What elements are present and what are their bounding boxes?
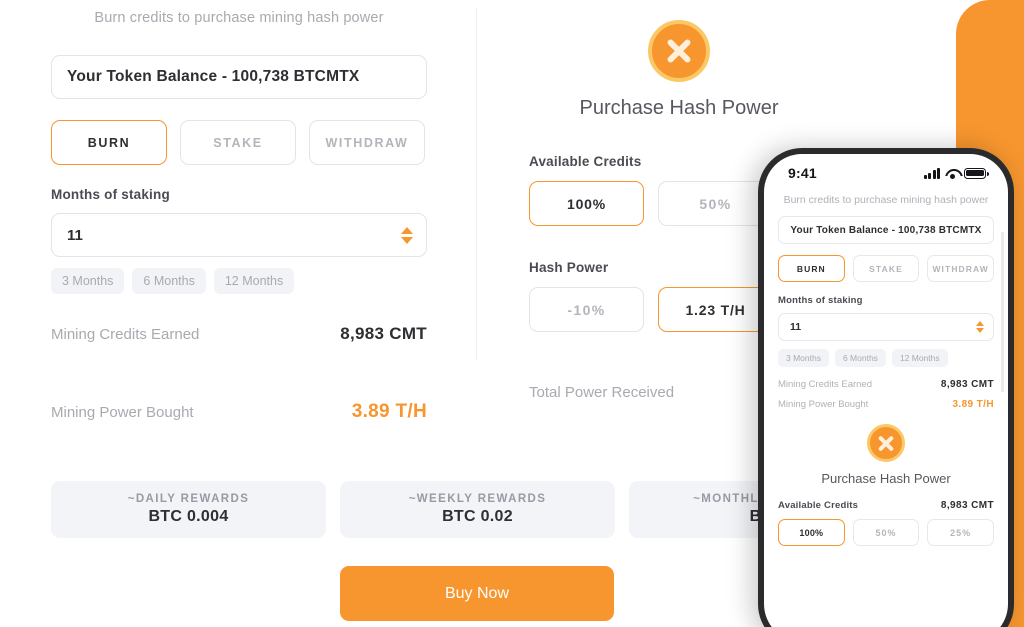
phone-months-stepper[interactable]: 11 — [778, 313, 994, 341]
app-screen: Burn credits to purchase mining hash pow… — [0, 0, 1024, 627]
phone-available-credits-value: 8,983 CMT — [940, 500, 994, 511]
wifi-icon — [945, 168, 959, 179]
phone-available-credits-label: Available Credits — [778, 500, 859, 511]
buy-now-label: Buy Now — [444, 584, 510, 602]
months-of-staking-label: Months of staking — [51, 187, 170, 202]
tab-stake-label: STAKE — [213, 135, 263, 150]
column-divider — [476, 8, 477, 360]
status-time: 9:41 — [788, 165, 817, 181]
phone-months-value: 11 — [790, 321, 802, 333]
mining-credits-label: Mining Credits Earned — [51, 326, 200, 343]
months-value: 11 — [67, 226, 83, 244]
phone-subtitle: Burn credits to purchase mining hash pow… — [783, 194, 989, 206]
mining-power-value: 3.89 T/H — [351, 401, 427, 422]
daily-rewards-card: ~DAILY REWARDS BTC 0.004 — [51, 481, 326, 538]
buy-now-button[interactable]: Buy Now — [340, 566, 614, 621]
phone-credits-option-50[interactable]: 50% — [852, 519, 920, 546]
purchase-hash-power-title: Purchase Hash Power — [579, 97, 779, 119]
phone-mining-power-value: 3.89 T/H — [952, 399, 994, 410]
tab-burn-label: BURN — [87, 135, 131, 150]
phone-chip-6-months[interactable]: 6 Months — [834, 349, 886, 367]
tab-withdraw[interactable]: WITHDRAW — [309, 120, 425, 165]
months-stepper[interactable]: 11 — [51, 213, 427, 257]
phone-token-balance-field[interactable]: Your Token Balance - 100,738 BTCMTX — [778, 216, 994, 244]
cellular-signal-icon — [923, 167, 940, 179]
chevron-up-icon[interactable] — [401, 226, 413, 234]
phone-month-preset-chips: 3 Months 6 Months 12 Months — [778, 349, 994, 367]
phone-tab-burn[interactable]: BURN — [778, 255, 845, 282]
phone-mining-credits-value: 8,983 CMT — [940, 379, 994, 390]
phone-tab-withdraw[interactable]: WITHDRAW — [927, 255, 995, 282]
mining-credits-value: 8,983 CMT — [340, 324, 427, 343]
phone-credits-option-100[interactable]: 100% — [778, 519, 845, 546]
status-icons — [923, 167, 989, 179]
phone-chevron-down-icon[interactable] — [976, 328, 984, 333]
phone-x-coin-icon — [867, 424, 905, 462]
phone-purchase-hash-power-title: Purchase Hash Power — [821, 471, 951, 486]
action-tabs: BURN STAKE WITHDRAW — [51, 120, 427, 165]
phone-tab-stake[interactable]: STAKE — [852, 255, 920, 282]
phone-chip-12-months[interactable]: 12 Months — [891, 349, 948, 367]
phone-months-of-staking-label: Months of staking — [778, 295, 863, 306]
token-balance-text: Your Token Balance - 100,738 BTCMTX — [67, 68, 360, 85]
tab-stake[interactable]: STAKE — [180, 120, 296, 165]
phone-status-bar: 9:41 — [778, 154, 994, 188]
phone-action-tabs: BURN STAKE WITHDRAW — [778, 255, 995, 282]
tab-withdraw-label: WITHDRAW — [325, 135, 409, 150]
weekly-rewards-label: ~WEEKLY REWARDS — [408, 493, 547, 505]
phone-mining-credits-label: Mining Credits Earned — [778, 379, 872, 390]
chip-6-months[interactable]: 6 Months — [132, 268, 206, 294]
phone-scrollbar[interactable] — [1001, 232, 1004, 392]
mining-power-row: Mining Power Bought 3.89 T/H — [51, 401, 427, 423]
weekly-rewards-value: BTC 0.02 — [442, 508, 513, 525]
phone-available-credits-row: Available Credits 8,983 CMT — [778, 500, 994, 511]
burn-panel: Burn credits to purchase mining hash pow… — [51, 0, 427, 423]
phone-credit-options: 100% 50% 25% — [778, 519, 995, 546]
tab-burn[interactable]: BURN — [51, 120, 167, 165]
phone-mining-power-row: Mining Power Bought 3.89 T/H — [778, 399, 994, 410]
daily-rewards-label: ~DAILY REWARDS — [127, 493, 250, 505]
phone-x-glyph — [877, 434, 896, 453]
stepper-arrows[interactable] — [401, 226, 413, 244]
credits-option-100[interactable]: 100% — [529, 181, 644, 226]
panel-subtitle: Burn credits to purchase mining hash pow… — [94, 10, 384, 26]
chevron-down-icon[interactable] — [401, 236, 413, 244]
battery-icon — [964, 167, 989, 179]
credits-option-50[interactable]: 50% — [658, 181, 773, 226]
hash-option-1-23[interactable]: 1.23 T/H — [658, 287, 773, 332]
daily-rewards-value: BTC 0.004 — [148, 508, 229, 525]
phone-token-balance-text: Your Token Balance - 100,738 BTCMTX — [790, 224, 982, 236]
phone-credits-option-25[interactable]: 25% — [927, 519, 995, 546]
month-preset-chips: 3 Months 6 Months 12 Months — [51, 268, 427, 294]
phone-mining-credits-row: Mining Credits Earned 8,983 CMT — [778, 379, 994, 390]
phone-mining-power-label: Mining Power Bought — [778, 399, 869, 410]
hash-option-minus-10[interactable]: -10% — [529, 287, 644, 332]
x-coin-icon — [648, 20, 710, 82]
token-balance-field[interactable]: Your Token Balance - 100,738 BTCMTX — [51, 55, 427, 99]
phone-chip-3-months[interactable]: 3 Months — [778, 349, 829, 367]
phone-mockup: 9:41 Burn credits to purchase mining has… — [758, 148, 1014, 627]
phone-screen: 9:41 Burn credits to purchase mining has… — [764, 154, 1008, 627]
x-glyph — [663, 35, 695, 67]
chip-12-months[interactable]: 12 Months — [213, 268, 295, 294]
phone-stepper-arrows[interactable] — [976, 321, 984, 333]
weekly-rewards-card: ~WEEKLY REWARDS BTC 0.02 — [340, 481, 615, 538]
mining-credits-row: Mining Credits Earned 8,983 CMT — [51, 324, 427, 344]
mining-power-label: Mining Power Bought — [51, 404, 194, 421]
phone-chevron-up-icon[interactable] — [976, 321, 984, 326]
chip-3-months[interactable]: 3 Months — [51, 268, 125, 294]
